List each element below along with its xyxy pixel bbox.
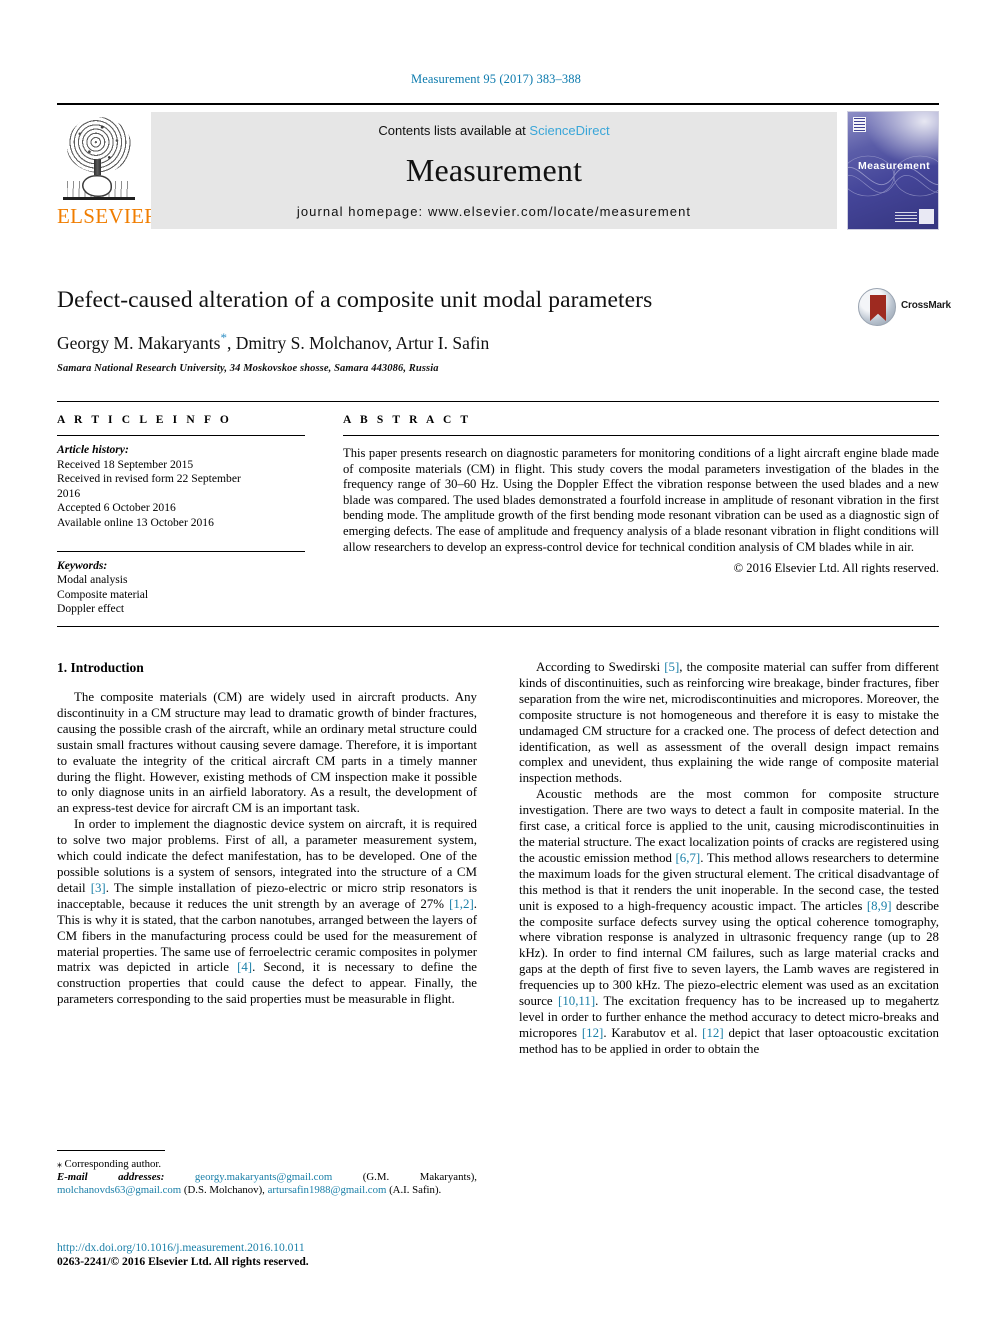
- body-column-left: 1. Introduction The composite materials …: [57, 660, 477, 1008]
- paragraph: In order to implement the diagnostic dev…: [57, 817, 477, 1008]
- text-run: According to Swedirski: [536, 660, 665, 674]
- text-run: . The simple installation of piezo-elect…: [57, 880, 477, 911]
- article-info-heading: A R T I C L E I N F O: [57, 414, 232, 426]
- issn-copyright-line: 0263-2241/© 2016 Elsevier Ltd. All right…: [57, 1255, 309, 1269]
- keyword-item: Composite material: [57, 587, 149, 601]
- corresponding-author-note: ⁎ Corresponding author.: [57, 1158, 477, 1171]
- corresponding-author-text: Corresponding author.: [64, 1158, 162, 1170]
- email-owner-text: (G.M. Makaryants),: [332, 1171, 477, 1184]
- journal-article-page: Measurement 95 (2017) 383–388 ELSEVIER C…: [0, 0, 992, 1323]
- tree-trunk-shape: [82, 159, 112, 197]
- cover-publisher-mark: [853, 117, 866, 132]
- email-link[interactable]: molchanovds63@gmail.com: [57, 1184, 181, 1196]
- cover-footer-box: [919, 209, 934, 224]
- keywords-rule: [57, 550, 305, 552]
- elsevier-tree-icon: [61, 115, 137, 203]
- paragraph: According to Swedirski [5], the composit…: [519, 660, 939, 787]
- doi-block: http://dx.doi.org/10.1016/j.measurement.…: [57, 1241, 487, 1270]
- citation-link[interactable]: [4]: [237, 960, 252, 974]
- journal-homepage-line[interactable]: journal homepage: www.elsevier.com/locat…: [151, 204, 837, 219]
- footnote-block: ⁎ Corresponding author. E-mail addresses…: [57, 1158, 477, 1198]
- paragraph: The composite materials (CM) are widely …: [57, 690, 477, 817]
- paragraph: Acoustic methods are the most common for…: [519, 787, 939, 1057]
- keywords-group: Keywords: Modal analysis Composite mater…: [57, 559, 305, 617]
- citation-link[interactable]: [10,11]: [558, 994, 595, 1008]
- abstract-text: This paper presents research on diagnost…: [343, 446, 939, 554]
- journal-title: Measurement: [405, 152, 583, 188]
- article-history-label: Article history:: [57, 443, 129, 456]
- journal-band: Contents lists available at ScienceDirec…: [151, 112, 837, 229]
- history-item: Available online 13 October 2016: [57, 515, 214, 529]
- panel-top-rule: [57, 401, 939, 402]
- tree-ground-line: [63, 197, 135, 200]
- page-title: Defect-caused alteration of a composite …: [57, 287, 653, 313]
- author-first: Georgy M. Makaryants: [57, 332, 221, 353]
- email-owner-text: (A.I. Safin).: [386, 1184, 442, 1197]
- crossmark-label: CrossMark: [901, 300, 951, 311]
- running-head: Measurement 95 (2017) 383–388: [411, 72, 581, 86]
- citation-link[interactable]: [6,7]: [676, 851, 701, 865]
- article-info-rule: [57, 435, 305, 436]
- abstract-heading: A B S T R A C T: [343, 414, 472, 426]
- abstract-rule: [343, 435, 939, 436]
- panel-bottom-rule: [57, 626, 939, 627]
- history-item: Accepted 6 October 2016: [57, 501, 176, 515]
- text-run: describe the composite surface defects s…: [519, 898, 939, 1009]
- citation-link[interactable]: [1,2]: [449, 897, 474, 911]
- citation-link[interactable]: [12]: [582, 1026, 603, 1040]
- journal-masthead: ELSEVIER Contents lists available at Sci…: [57, 103, 939, 230]
- footnote-separator-rule: [57, 1150, 165, 1151]
- doi-link[interactable]: http://dx.doi.org/10.1016/j.measurement.…: [57, 1241, 487, 1255]
- text-run: The composite materials (CM) are widely …: [57, 690, 477, 816]
- cover-footer-graphic: [894, 209, 934, 225]
- keywords-label: Keywords:: [57, 558, 108, 572]
- citation-link[interactable]: [12]: [702, 1026, 723, 1040]
- history-item: Received 18 September 2015: [57, 457, 194, 471]
- citation-link[interactable]: [5]: [664, 660, 679, 674]
- email-owner-text: (D.S. Molchanov),: [181, 1184, 268, 1197]
- sciencedirect-link[interactable]: ScienceDirect: [529, 123, 609, 138]
- cover-title-text: Measurement: [857, 160, 931, 172]
- cover-wave-graphic: [848, 155, 938, 197]
- masthead-inner: ELSEVIER Contents lists available at Sci…: [57, 109, 939, 231]
- citation-link[interactable]: [8,9]: [867, 899, 892, 913]
- crossmark-circle-icon: [858, 288, 896, 326]
- citation-link[interactable]: [3]: [91, 881, 106, 895]
- email-addresses-label: E-mail addresses:: [57, 1171, 195, 1184]
- email-addresses-line: E-mail addresses: georgy.makaryants@gmai…: [57, 1171, 477, 1197]
- section-heading-introduction: 1. Introduction: [57, 660, 144, 675]
- abstract-rights-line: © 2016 Elsevier Ltd. All rights reserved…: [733, 561, 939, 576]
- history-item: Received in revised form 22 September: [57, 472, 241, 486]
- journal-cover-thumbnail: Measurement: [847, 111, 939, 230]
- author-list: Georgy M. Makaryants*, Dmitry S. Molchan…: [57, 327, 939, 354]
- title-block: Defect-caused alteration of a composite …: [57, 286, 939, 374]
- contents-available-line: Contents lists available at ScienceDirec…: [151, 123, 837, 138]
- elsevier-logo: ELSEVIER: [57, 115, 159, 230]
- body-column-right: According to Swedirski [5], the composit…: [519, 660, 939, 1058]
- crossmark-badge[interactable]: CrossMark: [858, 287, 951, 329]
- asterisk-icon: ⁎: [57, 1159, 65, 1170]
- history-item: 2016: [57, 486, 81, 500]
- contents-prefix-text: Contents lists available at: [378, 123, 530, 138]
- keyword-item: Modal analysis: [57, 573, 128, 587]
- crossmark-ribbon-icon: [870, 295, 886, 321]
- abstract-column: A B S T R A C T This paper presents rese…: [343, 414, 939, 576]
- email-link[interactable]: artursafin1988@gmail.com: [268, 1184, 387, 1196]
- keyword-item: Doppler effect: [57, 602, 125, 616]
- article-history-group: Article history: Received 18 September 2…: [57, 443, 305, 531]
- author-rest: , Dmitry S. Molchanov, Artur I. Safin: [226, 332, 490, 353]
- affiliation: Samara National Research University, 34 …: [57, 362, 439, 374]
- article-info-column: A R T I C L E I N F O Article history: R…: [57, 414, 305, 617]
- elsevier-wordmark: ELSEVIER: [57, 204, 159, 228]
- text-run: . Karabutov et al.: [603, 1025, 703, 1040]
- email-link[interactable]: georgy.makaryants@gmail.com: [195, 1171, 332, 1183]
- text-run: , the composite material can suffer from…: [519, 660, 939, 786]
- cover-footer-lines: [895, 211, 917, 222]
